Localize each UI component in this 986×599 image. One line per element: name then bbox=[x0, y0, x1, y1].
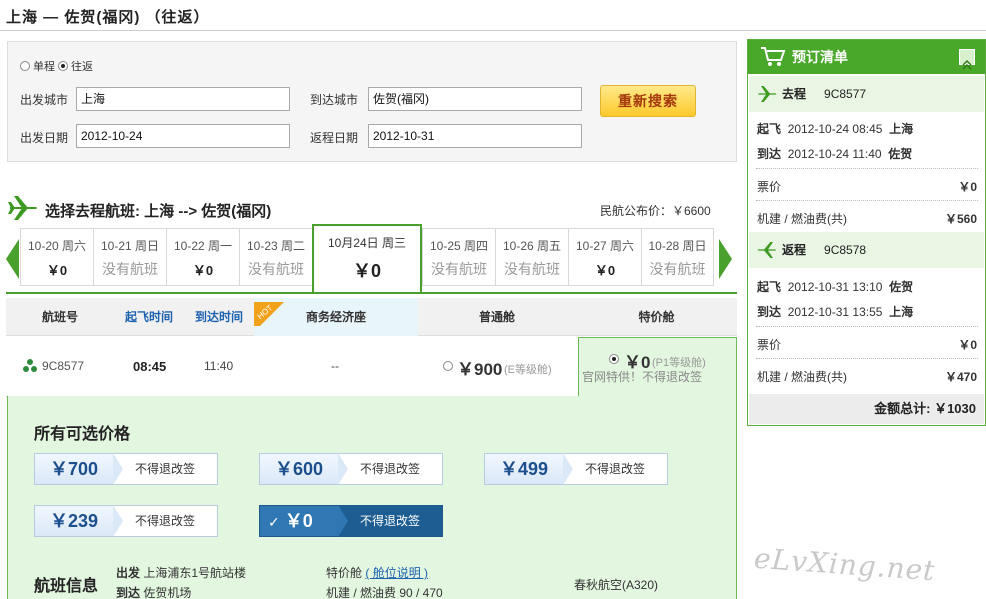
depart-date-input[interactable]: 2012-10-24 bbox=[76, 124, 290, 148]
airline-logo-icon bbox=[23, 359, 37, 372]
route-title: 上海 — 佐贺(福冈) （往返） bbox=[6, 9, 210, 26]
to-city-label: 到达城市 bbox=[310, 93, 359, 107]
date-cell[interactable]: 10-23 周二 没有航班 bbox=[239, 228, 312, 286]
prev-dates-arrow-icon[interactable] bbox=[6, 239, 19, 279]
outbound-depart: 起飞 2012-10-24 08:45 上海 bbox=[757, 122, 914, 136]
top-divider bbox=[0, 30, 986, 31]
economy-price: ￥900 bbox=[457, 360, 503, 379]
outbound-plane-icon bbox=[758, 86, 777, 102]
flight-info-arrive: 到达 佐贺机场 bbox=[116, 586, 192, 599]
flight-info-airline: 春秋航空(A320) bbox=[574, 578, 659, 592]
outbound-fare-label: 票价 bbox=[757, 180, 782, 194]
date-strip: 10-20 周六 ￥0 10-21 周日 没有航班 10-22 周一 ￥0 10-23… bbox=[6, 224, 736, 295]
economy-class: (E等级舱) bbox=[504, 364, 552, 376]
col-arrive-time[interactable]: 到达时间 bbox=[184, 298, 254, 336]
col-depart-time[interactable]: 起飞时间 bbox=[114, 298, 184, 336]
price-option[interactable]: ￥600 不得退改签 bbox=[259, 453, 443, 485]
flight-info-tax: 机建 / 燃油费 90 / 470 bbox=[326, 586, 443, 599]
price-option[interactable]: ￥700 不得退改签 bbox=[34, 453, 218, 485]
date-cell[interactable]: 10-21 周日 没有航班 bbox=[93, 228, 166, 286]
roundtrip-radio[interactable] bbox=[58, 61, 68, 71]
from-city-label: 出发城市 bbox=[20, 93, 69, 107]
oneway-radio[interactable] bbox=[20, 61, 30, 71]
economy-radio[interactable] bbox=[443, 361, 453, 371]
outbound-tax-label: 机建 / 燃油费(共) bbox=[757, 212, 847, 226]
flight-arrive-time: 11:40 bbox=[204, 359, 234, 373]
order-total: 金额总计: ￥1030 bbox=[749, 394, 984, 424]
business-price: -- bbox=[331, 359, 339, 373]
trip-type-group: 单程 往返 bbox=[20, 58, 93, 74]
cart-icon bbox=[761, 47, 786, 66]
price-option-amount: ￥0 bbox=[284, 511, 313, 531]
collapse-icon bbox=[962, 59, 972, 70]
price-options-panel: 所有可选价格 ￥700 不得退改签 ￥600 不得退改签 ￥499 不得退改签 … bbox=[7, 396, 737, 599]
order-summary: 预订清单 去程 9C8577 起飞 2012-10-24 08:45 上海 到达 … bbox=[747, 39, 986, 426]
date-strip-underline bbox=[6, 292, 737, 294]
price-option-selected[interactable]: ✓ ￥0 不得退改签 bbox=[259, 505, 443, 537]
special-fare-cell[interactable]: ￥0 (P1等级舱) 官网特供！不得退改签 bbox=[578, 337, 737, 397]
date-cell[interactable]: 10-28 周日 没有航班 bbox=[641, 228, 714, 286]
outbound-arrive: 到达 2012-10-24 11:40 佐贺 bbox=[757, 147, 913, 161]
special-note: 官网特供！不得退改签 bbox=[582, 370, 703, 384]
collapse-button[interactable] bbox=[959, 49, 975, 70]
next-dates-arrow-icon[interactable] bbox=[719, 239, 732, 279]
depart-date-label: 出发日期 bbox=[20, 131, 69, 145]
date-cell[interactable]: 10-27 周六 ￥0 bbox=[568, 228, 641, 286]
return-arrive: 到达 2012-10-31 13:55 上海 bbox=[757, 305, 914, 319]
return-date-label: 返程日期 bbox=[310, 131, 359, 145]
price-option[interactable]: ￥239 不得退改签 bbox=[34, 505, 218, 537]
date-cell[interactable]: 10-20 周六 ￥0 bbox=[20, 228, 93, 286]
flight-info-cabin: 特价舱 ( 舱位说明 ) bbox=[326, 566, 429, 580]
from-city-input[interactable]: 上海 bbox=[76, 87, 290, 111]
flight-depart-time: 08:45 bbox=[133, 359, 167, 374]
outbound-leg-header: 去程 9C8577 bbox=[749, 76, 984, 112]
re-search-button[interactable]: 重新搜索 bbox=[600, 85, 696, 117]
site-watermark: eLvXing.net bbox=[753, 541, 937, 588]
date-cell[interactable]: 10-22 周一 ￥0 bbox=[166, 228, 239, 286]
date-list: 10-20 周六 ￥0 10-21 周日 没有航班 10-22 周一 ￥0 10-23… bbox=[20, 224, 714, 292]
cabin-info-link[interactable]: ( 舱位说明 ) bbox=[365, 566, 428, 580]
flight-number: 9C8577 bbox=[42, 359, 85, 373]
search-form: 单程 往返 出发城市 上海 到达城市 佐贺(福冈) 出发日期 2012-10-2… bbox=[7, 41, 737, 162]
return-depart: 起飞 2012-10-31 13:10 佐贺 bbox=[757, 280, 914, 294]
outbound-tax: ￥560 bbox=[944, 212, 977, 226]
col-economy: 普通舱 bbox=[478, 310, 515, 324]
return-leg-header: 返程 9C8578 bbox=[749, 232, 984, 268]
order-title: 预订清单 bbox=[792, 49, 848, 65]
flight-info-depart: 出发 上海浦东1号航站楼 bbox=[116, 566, 247, 580]
return-fare: ￥0 bbox=[958, 338, 977, 352]
price-options-title: 所有可选价格 bbox=[34, 426, 131, 443]
flight-info-title: 航班信息 bbox=[34, 578, 99, 595]
outbound-fare: ￥0 bbox=[958, 180, 977, 194]
return-fare-label: 票价 bbox=[757, 338, 782, 352]
plane-icon bbox=[8, 196, 37, 220]
order-header: 预订清单 bbox=[748, 40, 985, 74]
return-date-input[interactable]: 2012-10-31 bbox=[368, 124, 582, 148]
date-cell[interactable]: 10-26 周五 没有航班 bbox=[495, 228, 568, 286]
section-title: 选择去程航班: 上海 --> 佐贺(福冈) bbox=[45, 203, 272, 220]
hot-badge-icon: HOT bbox=[254, 302, 284, 326]
flight-row[interactable]: 9C8577 08:45 11:40 -- ￥900 (E等级舱) bbox=[6, 337, 578, 397]
public-price: 民航公布价：￥6600 bbox=[600, 204, 711, 218]
price-option[interactable]: ￥499 不得退改签 bbox=[484, 453, 668, 485]
return-tax-label: 机建 / 燃油费(共) bbox=[757, 370, 847, 384]
date-cell[interactable]: 10-25 周四 没有航班 bbox=[422, 228, 495, 286]
special-radio[interactable] bbox=[609, 354, 619, 364]
date-cell-selected[interactable]: 10月24日 周三 ￥0 bbox=[312, 224, 422, 292]
check-icon: ✓ bbox=[268, 514, 280, 530]
column-header: 航班号 起飞时间 到达时间 商务经济座 普通舱 特价舱 HOT bbox=[6, 298, 737, 336]
to-city-input[interactable]: 佐贺(福冈) bbox=[368, 87, 582, 111]
oneway-label: 单程 bbox=[33, 61, 55, 73]
roundtrip-label: 往返 bbox=[71, 61, 93, 73]
col-special: 特价舱 bbox=[638, 310, 675, 324]
col-flight-no: 航班号 bbox=[41, 310, 78, 324]
return-tax: ￥470 bbox=[944, 370, 977, 384]
return-plane-icon bbox=[757, 242, 776, 258]
